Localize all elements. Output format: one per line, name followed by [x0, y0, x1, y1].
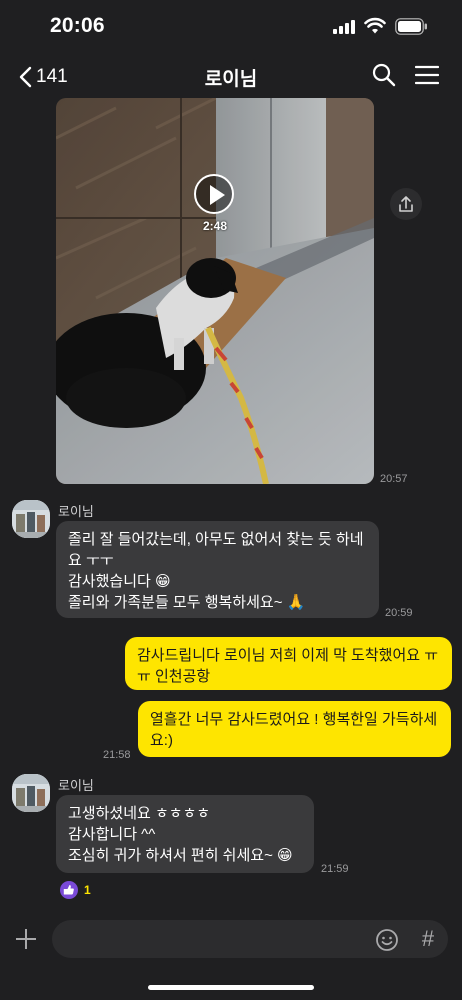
home-indicator — [148, 985, 314, 990]
chat-header: 141 로이님 — [0, 54, 462, 98]
message-time: 20:59 — [385, 607, 413, 619]
incoming-message-bubble[interactable]: 졸리 잘 들어갔는데, 아무도 없어서 찾는 듯 하네 요 ㅜㅜ 감사했습니다 … — [56, 521, 379, 618]
message-time: 20:57 — [380, 473, 408, 485]
emoji-icon[interactable] — [375, 928, 399, 952]
sender-name: 로이님 — [58, 778, 94, 793]
search-icon[interactable] — [371, 62, 397, 88]
avatar[interactable] — [12, 774, 50, 812]
like-reaction[interactable]: 1 — [60, 880, 91, 900]
profile-photo — [12, 500, 50, 538]
play-button[interactable] — [194, 174, 234, 214]
status-bar: 20:06 — [0, 0, 462, 54]
reaction-count: 1 — [84, 883, 91, 897]
outgoing-message-bubble[interactable]: 열흘간 너무 감사드렸어요 ! 행복한일 가득하세 요:) — [138, 701, 451, 757]
profile-photo — [12, 774, 50, 812]
plus-icon[interactable] — [14, 927, 38, 951]
incoming-message-bubble[interactable]: 고생하셨네요 ㅎㅎㅎㅎ 감사합니다 ^^ 조심히 귀가 하셔서 편히 쉬세요~ … — [56, 795, 314, 873]
wifi-icon — [364, 17, 386, 34]
battery-icon — [395, 18, 427, 35]
chevron-left-icon — [19, 66, 32, 88]
video-thumbnail[interactable] — [56, 98, 374, 484]
message-input-bar: # — [0, 914, 462, 1000]
message-text: 졸리 잘 들어갔는데, 아무도 없어서 찾는 듯 하네 요 ㅜㅜ 감사했습니다 … — [68, 531, 364, 611]
message-time: 21:59 — [321, 863, 349, 875]
video-duration: 2:48 — [202, 219, 228, 233]
message-time: 21:58 — [103, 749, 131, 761]
thumbs-up-icon — [60, 881, 78, 899]
unread-count: 141 — [36, 66, 68, 87]
status-time: 20:06 — [50, 14, 105, 37]
back-button[interactable]: 141 — [18, 62, 68, 92]
dog-video-frame — [56, 98, 374, 484]
share-icon — [399, 196, 413, 212]
hash-icon[interactable]: # — [418, 926, 438, 952]
message-text: 열흘간 너무 감사드렸어요 ! 행복한일 가득하세 요:) — [150, 711, 438, 749]
share-button[interactable] — [390, 188, 422, 220]
sender-name: 로이님 — [58, 504, 94, 519]
outgoing-message-bubble[interactable]: 감사드립니다 로이님 저희 이제 막 도착했어요 ㅠ ㅠ 인천공항 — [125, 637, 452, 690]
signal-icon — [333, 20, 355, 34]
hamburger-menu-icon[interactable] — [415, 64, 439, 86]
message-text: 감사드립니다 로이님 저희 이제 막 도착했어요 ㅠ ㅠ 인천공항 — [137, 647, 439, 685]
avatar[interactable] — [12, 500, 50, 538]
message-text: 고생하셨네요 ㅎㅎㅎㅎ 감사합니다 ^^ 조심히 귀가 하셔서 편히 쉬세요~ … — [68, 805, 293, 864]
